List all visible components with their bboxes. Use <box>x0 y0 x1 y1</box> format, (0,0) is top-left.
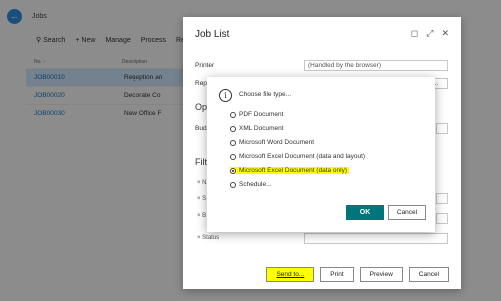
dialog-title: Job List <box>195 29 230 40</box>
print-button[interactable]: Print <box>320 266 354 282</box>
radio-excel-data-and-layout[interactable]: Microsoft Excel Document (data and layou… <box>230 153 365 160</box>
cancel-button[interactable]: Cancel <box>388 205 426 220</box>
printer-label: Printer <box>195 62 215 69</box>
filter-field-label[interactable]: × B <box>197 213 206 219</box>
radio-pdf-document[interactable]: PDF Document <box>230 111 283 118</box>
filter-section-title[interactable]: Filt <box>195 157 207 167</box>
send-to-button[interactable]: Send to... <box>266 266 315 282</box>
radio-excel-data-only[interactable]: Microsoft Excel Document (data only) <box>230 167 350 174</box>
file-type-dialog: i Choose file type... PDF Document XML D… <box>207 77 435 232</box>
ok-button[interactable]: OK <box>346 205 384 220</box>
radio-button[interactable] <box>230 181 236 188</box>
bookmark-icon[interactable]: ◻ <box>411 28 418 39</box>
dialog-controls: ◻ ⤢ ✕ <box>411 28 449 39</box>
status-filter-input[interactable] <box>304 233 448 244</box>
radio-schedule[interactable]: Schedule... <box>230 181 272 188</box>
dialog-footer: Send to... Print Preview Cancel <box>183 259 461 289</box>
filter-input[interactable] <box>436 213 448 224</box>
budget-label: Bud <box>195 125 207 132</box>
radio-button[interactable] <box>230 153 236 160</box>
options-section-title[interactable]: Op <box>195 102 207 112</box>
filter-field-label[interactable]: × N <box>197 180 207 186</box>
budget-select[interactable] <box>436 123 448 134</box>
radio-button-selected[interactable] <box>230 167 236 174</box>
filter-input[interactable] <box>436 193 448 204</box>
radio-button[interactable] <box>230 111 236 118</box>
info-icon: i <box>219 89 232 102</box>
report-label: Rep <box>195 80 207 87</box>
filter-field-label[interactable]: × S <box>197 196 206 202</box>
preview-button[interactable]: Preview <box>359 266 403 282</box>
close-icon[interactable]: ✕ <box>441 28 449 39</box>
filter-field-label[interactable]: × Status <box>197 235 219 241</box>
radio-button[interactable] <box>230 139 236 146</box>
expand-icon[interactable]: ⤢ <box>426 28 433 39</box>
dialog-prompt: Choose file type... <box>239 91 292 98</box>
printer-select[interactable]: (Handled by the browser) <box>304 60 448 71</box>
radio-button[interactable] <box>230 125 236 132</box>
radio-word-document[interactable]: Microsoft Word Document <box>230 139 314 146</box>
radio-xml-document[interactable]: XML Document <box>230 125 284 132</box>
cancel-button[interactable]: Cancel <box>408 266 449 282</box>
